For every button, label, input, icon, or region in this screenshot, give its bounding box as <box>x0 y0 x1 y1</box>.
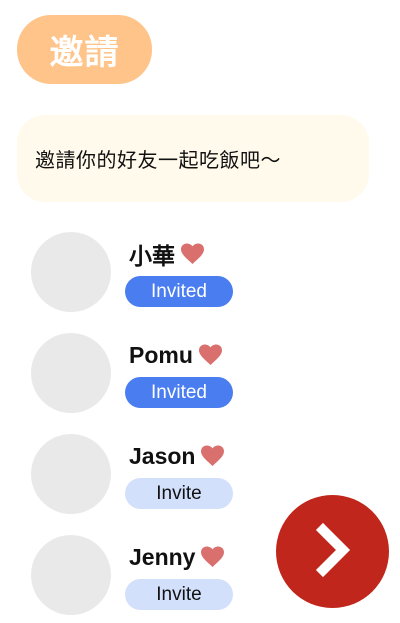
invite-screen: 邀請 邀請你的好友一起吃飯吧～ 小華 Invited Pomu Invited … <box>0 0 400 623</box>
friend-row: Jenny Invite <box>0 535 260 617</box>
friend-name: Jason <box>129 442 196 469</box>
invite-message-card: 邀請你的好友一起吃飯吧～ <box>17 115 369 202</box>
invite-button[interactable]: Invite <box>125 478 233 509</box>
status-label: Invited <box>151 280 207 302</box>
chevron-right-icon <box>303 520 363 584</box>
next-button[interactable] <box>276 495 389 608</box>
friend-row: Pomu Invited <box>0 333 260 415</box>
invited-button[interactable]: Invited <box>125 377 233 408</box>
status-label: Invited <box>151 381 207 403</box>
page-title: 邀請 <box>17 15 152 84</box>
friend-name: Jenny <box>129 543 196 570</box>
heart-icon <box>198 344 223 366</box>
heart-icon <box>180 243 205 265</box>
friend-name-line: 小華 <box>129 239 205 269</box>
status-label: Invite <box>156 583 202 605</box>
invite-button[interactable]: Invite <box>125 579 233 610</box>
friend-name-line: Pomu <box>129 340 223 370</box>
avatar <box>31 232 111 312</box>
friend-name: Pomu <box>129 341 193 368</box>
friend-row: 小華 Invited <box>0 232 260 314</box>
invited-button[interactable]: Invited <box>125 276 233 307</box>
heart-icon <box>200 445 225 467</box>
friend-name-line: Jenny <box>129 542 225 572</box>
friend-name-line: Jason <box>129 441 225 471</box>
page-title-text: 邀請 <box>49 33 120 73</box>
avatar <box>31 333 111 413</box>
status-label: Invite <box>156 482 202 504</box>
avatar <box>31 535 111 615</box>
friend-name: 小華 <box>129 243 175 269</box>
avatar <box>31 434 111 514</box>
invite-message-text: 邀請你的好友一起吃飯吧～ <box>35 148 281 172</box>
friend-row: Jason Invite <box>0 434 260 516</box>
heart-icon <box>200 546 225 568</box>
